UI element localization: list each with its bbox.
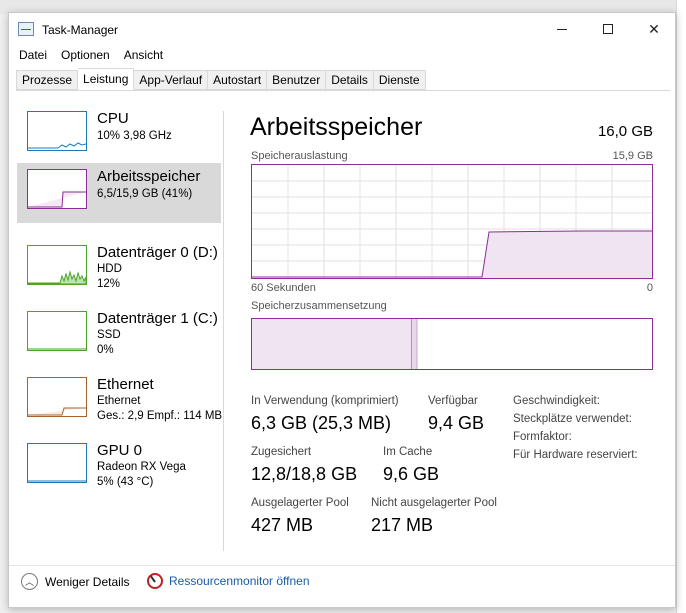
sidebar-item-sub1: Radeon RX Vega bbox=[97, 461, 186, 473]
tab-users[interactable]: Benutzer bbox=[267, 70, 327, 90]
sidebar-item-sub2: Ges.: 2,9 Empf.: 114 MB bbox=[97, 410, 223, 422]
paged-pool-label: Ausgelagerter Pool bbox=[251, 497, 349, 509]
sidebar-item-sub2: 0% bbox=[97, 344, 114, 356]
sidebar-item-ethernet[interactable]: Ethernet Ethernet Ges.: 2,9 Empf.: 114 M… bbox=[17, 371, 223, 431]
graph-axis-left: 60 Sekunden bbox=[251, 282, 316, 294]
maximize-button[interactable] bbox=[585, 13, 631, 45]
usage-graph-max: 15,9 GB bbox=[612, 150, 653, 162]
memory-composition-bar bbox=[251, 318, 653, 370]
speed-label: Geschwindigkeit: bbox=[513, 395, 600, 407]
close-button[interactable]: ✕ bbox=[631, 13, 677, 45]
minimize-button[interactable] bbox=[539, 13, 585, 45]
cached-label: Im Cache bbox=[383, 446, 433, 458]
composition-in-use bbox=[252, 319, 412, 369]
less-details-button[interactable]: ︿ Weniger Details bbox=[21, 573, 129, 590]
gpu-thumbnail-graph bbox=[27, 443, 87, 483]
sidebar-item-label: Ethernet bbox=[97, 376, 154, 393]
sidebar-item-sub1: Ethernet bbox=[97, 395, 141, 407]
available-label: Verfügbar bbox=[428, 395, 478, 407]
sidebar-item-sub1: 10% 3,98 GHz bbox=[97, 130, 172, 142]
ethernet-thumbnail-graph bbox=[27, 377, 87, 417]
tab-details[interactable]: Details bbox=[326, 70, 374, 90]
in-use-value: 6,3 GB (25,3 MB) bbox=[251, 413, 392, 433]
sidebar-item-sub2: 12% bbox=[97, 278, 121, 290]
footer-divider bbox=[9, 565, 675, 566]
sidebar-divider bbox=[223, 111, 224, 551]
menu-file[interactable]: Datei bbox=[19, 48, 47, 62]
committed-label: Zugesichert bbox=[251, 446, 312, 458]
in-use-label: In Verwendung (komprimiert) bbox=[251, 395, 399, 407]
committed-value: 12,8/18,8 GB bbox=[251, 464, 358, 484]
memory-thumbnail-area bbox=[28, 191, 86, 208]
sidebar-item-memory[interactable]: Arbeitsspeicher 6,5/15,9 GB (41%) bbox=[17, 163, 221, 223]
graph-axis-right: 0 bbox=[646, 282, 653, 294]
chevron-up-icon: ︿ bbox=[21, 573, 38, 590]
sidebar-item-disk-1[interactable]: Datenträger 1 (C:) SSD 0% bbox=[17, 305, 221, 365]
tab-startup[interactable]: Autostart bbox=[208, 70, 268, 90]
available-value: 9,4 GB bbox=[428, 413, 485, 433]
memory-usage-graph bbox=[251, 164, 653, 279]
ethernet-thumbnail-activity bbox=[28, 407, 86, 416]
resource-monitor-label: Ressourcenmonitor öffnen bbox=[169, 574, 310, 588]
paged-pool-value: 427 MB bbox=[251, 515, 314, 535]
cached-value: 9,6 GB bbox=[383, 464, 440, 484]
menu-bar: Datei Optionen Ansicht bbox=[9, 45, 675, 65]
memory-composition-chart bbox=[252, 319, 418, 369]
maximize-icon bbox=[603, 24, 613, 34]
hardware-reserved-label: Für Hardware reserviert: bbox=[513, 449, 638, 461]
tab-underline bbox=[16, 90, 670, 91]
tab-app-history[interactable]: App-Verlauf bbox=[134, 70, 209, 90]
menu-options[interactable]: Optionen bbox=[61, 48, 110, 62]
usage-graph-label: Speicherauslastung bbox=[251, 150, 348, 162]
minimize-icon bbox=[557, 28, 567, 30]
less-details-label: Weniger Details bbox=[45, 574, 130, 589]
sidebar-item-label: Datenträger 1 (C:) bbox=[97, 310, 218, 327]
desktop-background-right bbox=[676, 0, 686, 613]
tab-services[interactable]: Dienste bbox=[373, 70, 426, 90]
sidebar-item-sub1: SSD bbox=[97, 329, 121, 341]
sidebar-item-gpu[interactable]: GPU 0 Radeon RX Vega 5% (43 °C) bbox=[17, 437, 221, 497]
sidebar-item-label: GPU 0 bbox=[97, 442, 143, 459]
menu-view[interactable]: Ansicht bbox=[124, 48, 163, 62]
total-memory: 16,0 GB bbox=[597, 123, 653, 140]
sidebar-item-disk-0[interactable]: Datenträger 0 (D:) HDD 12% bbox=[17, 239, 221, 299]
sidebar-item-cpu[interactable]: CPU 10% 3,98 GHz bbox=[17, 105, 221, 165]
sidebar-item-label: Datenträger 0 (D:) bbox=[97, 244, 218, 261]
sidebar-item-sub1: 6,5/15,9 GB (41%) bbox=[97, 188, 193, 200]
nonpaged-pool-label: Nicht ausgelagerter Pool bbox=[371, 497, 497, 509]
cpu-thumbnail-graph bbox=[27, 111, 87, 151]
memory-usage-area bbox=[482, 231, 652, 278]
task-manager-app-icon bbox=[18, 22, 34, 36]
sidebar-item-sub2: 5% (43 °C) bbox=[97, 476, 154, 488]
slots-label: Steckplätze verwendet: bbox=[513, 413, 632, 425]
disk1-thumbnail-activity bbox=[28, 348, 86, 350]
sidebar-item-label: Arbeitsspeicher bbox=[97, 168, 201, 185]
tab-bar: Prozesse Leistung App-Verlauf Autostart … bbox=[16, 68, 426, 90]
disk0-thumbnail-activity bbox=[28, 270, 86, 284]
disk1-thumbnail-graph bbox=[27, 311, 87, 351]
tab-processes[interactable]: Prozesse bbox=[16, 70, 79, 90]
resource-monitor-icon bbox=[147, 573, 163, 589]
memory-usage-chart bbox=[252, 165, 652, 278]
nonpaged-pool-value: 217 MB bbox=[371, 515, 434, 535]
title-bar[interactable]: Task-Manager ✕ bbox=[9, 13, 675, 45]
disk0-thumbnail-graph bbox=[27, 245, 87, 285]
sidebar-item-sub1: HDD bbox=[97, 263, 122, 275]
cpu-thumbnail-line bbox=[28, 142, 86, 149]
sidebar-item-label: CPU bbox=[97, 110, 129, 127]
window-title: Task-Manager bbox=[42, 23, 119, 37]
page-title: Arbeitsspeicher bbox=[250, 113, 423, 141]
form-factor-label: Formfaktor: bbox=[513, 431, 572, 443]
task-manager-window: Task-Manager ✕ Datei Optionen Ansicht Pr… bbox=[8, 12, 676, 608]
composition-label: Speicherzusammensetzung bbox=[251, 300, 387, 312]
open-resource-monitor-link[interactable]: Ressourcenmonitor öffnen bbox=[147, 573, 310, 589]
memory-thumbnail-graph bbox=[27, 169, 87, 209]
close-icon: ✕ bbox=[648, 20, 660, 37]
gpu-thumbnail-activity bbox=[28, 480, 86, 482]
composition-modified bbox=[412, 319, 417, 369]
tab-performance[interactable]: Leistung bbox=[78, 68, 135, 90]
